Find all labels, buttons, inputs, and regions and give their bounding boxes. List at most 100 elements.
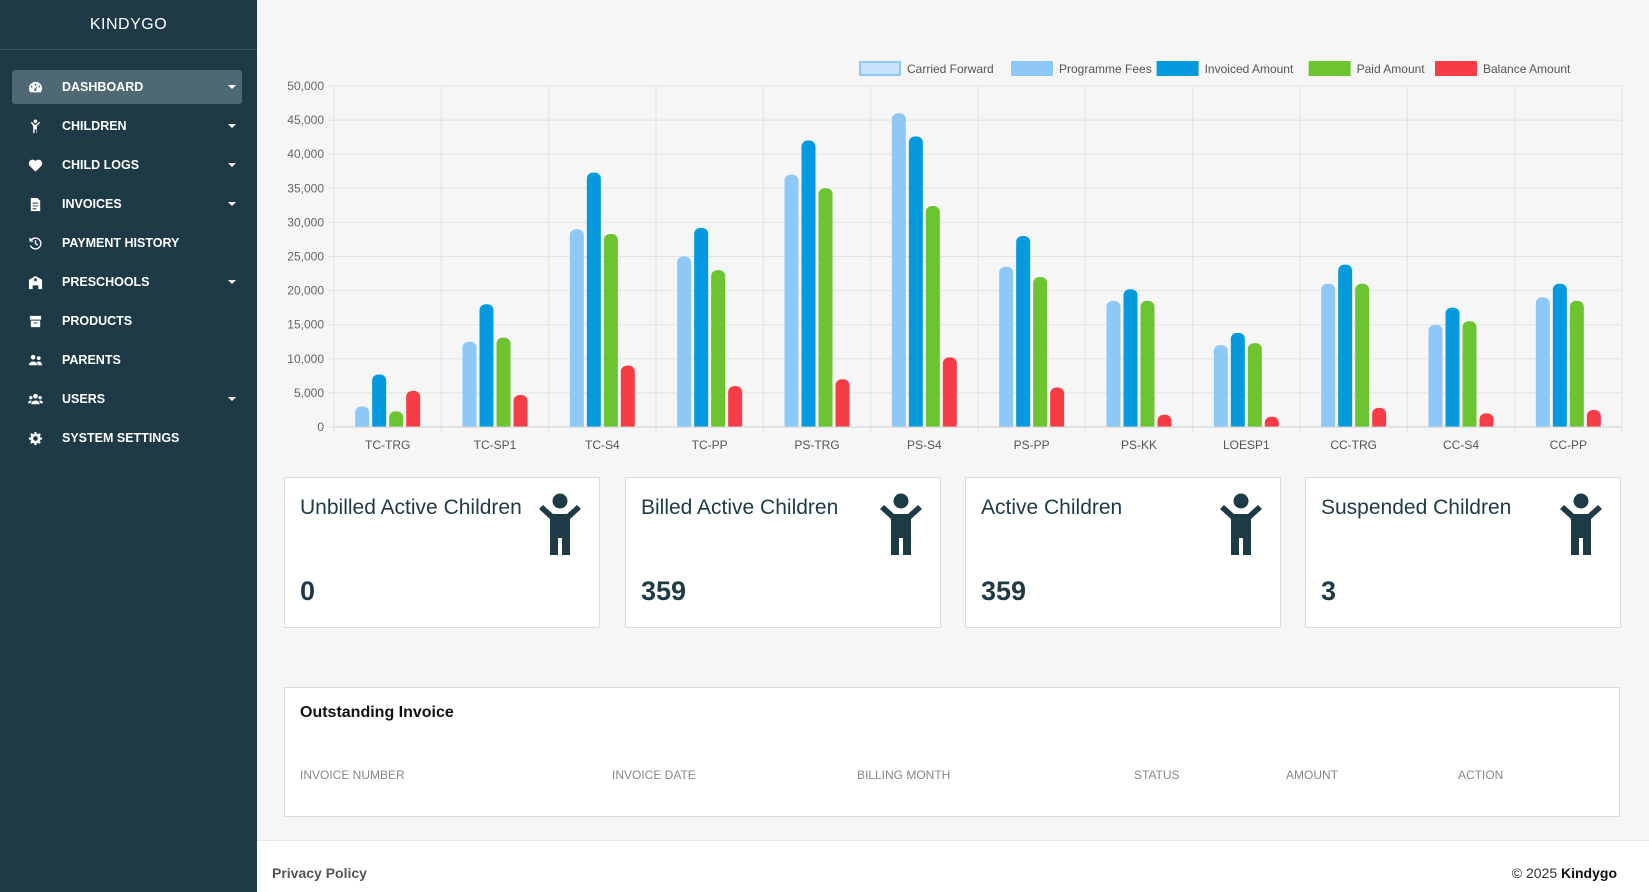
bar — [496, 337, 511, 431]
sidebar-item-label: SYSTEM SETTINGS — [62, 431, 180, 445]
y-tick-label: 40,000 — [287, 147, 324, 161]
bar — [1462, 321, 1477, 431]
sidebar-item-products[interactable]: PRODUCTS — [12, 304, 242, 338]
sidebar-item-label: CHILDREN — [62, 119, 127, 133]
fees-bar-chart: 0 5,000 10,000 15,000 20,000 25,000 30,000 35,0… — [287, 61, 1623, 450]
bar — [1213, 345, 1228, 431]
card-title: Unbilled Active Children — [300, 496, 522, 519]
box-icon — [24, 313, 46, 329]
x-tick-label: TC-PP — [692, 438, 728, 450]
heart-icon — [24, 157, 46, 173]
sidebar-item-payment-history[interactable]: PAYMENT HISTORY — [12, 226, 242, 260]
column-header-amount[interactable]: AMOUNT — [1286, 768, 1338, 782]
sidebar-item-label: PRESCHOOLS — [62, 275, 150, 289]
card-value: 0 — [300, 576, 316, 606]
legend-swatch — [1435, 61, 1477, 76]
invoice-icon — [24, 196, 46, 212]
bar — [1106, 300, 1121, 431]
bar — [1123, 289, 1138, 431]
bar — [711, 270, 726, 431]
history-icon — [24, 235, 46, 251]
column-header-billing-month[interactable]: BILLING MONTH — [857, 768, 950, 782]
chevron-down-icon — [228, 280, 236, 284]
sidebar-item-invoices[interactable]: INVOICES — [12, 187, 242, 221]
legend-label: Balance Amount — [1483, 62, 1571, 76]
sidebar-item-users[interactable]: USERS — [12, 382, 242, 416]
card-value: 359 — [641, 576, 687, 606]
bar — [925, 206, 940, 431]
child-raised-arms-icon — [1556, 493, 1606, 559]
chevron-down-icon — [228, 163, 236, 167]
sidebar-item-label: INVOICES — [62, 197, 122, 211]
sidebar-item-preschools[interactable]: PRESCHOOLS — [12, 265, 242, 299]
bar — [603, 233, 618, 431]
column-header-invoice-number[interactable]: INVOICE NUMBER — [300, 768, 405, 782]
x-tick-label: CC-PP — [1550, 438, 1587, 450]
gear-icon — [24, 430, 46, 446]
sidebar-item-label: CHILD LOGS — [62, 158, 140, 172]
school-icon — [24, 274, 46, 290]
bar — [1355, 283, 1370, 431]
y-tick-label: 30,000 — [287, 215, 324, 229]
bar — [1428, 324, 1443, 431]
billed-active-children-card[interactable]: Billed Active Children 359 — [625, 477, 941, 628]
sidebar-item-dashboard[interactable]: DASHBOARD — [12, 70, 242, 104]
copyright: © 2025 Kindygo — [1512, 865, 1617, 881]
column-header-status[interactable]: STATUS — [1134, 768, 1180, 782]
bar — [891, 113, 906, 431]
bar — [406, 390, 421, 431]
column-header-invoice-date[interactable]: INVOICE DATE — [612, 768, 696, 782]
x-tick-label: PS-KK — [1121, 438, 1157, 450]
x-tick-label: PS-TRG — [794, 438, 839, 450]
child-raised-arms-icon — [535, 493, 585, 559]
card-title: Suspended Children — [1321, 496, 1512, 519]
sidebar-item-parents[interactable]: PARENTS — [12, 343, 242, 377]
bar — [942, 357, 957, 431]
main-content: 0 5,000 10,000 15,000 20,000 25,000 30,000 35,0… — [257, 0, 1649, 892]
chevron-down-icon — [228, 85, 236, 89]
sidebar-item-label: PRODUCTS — [62, 314, 133, 328]
outstanding-invoice-panel: Outstanding Invoice INVOICE NUMBER INVOI… — [284, 687, 1620, 817]
active-children-card[interactable]: Active Children 359 — [965, 477, 1281, 628]
legend-swatch — [1156, 61, 1199, 76]
privacy-policy-link[interactable]: Privacy Policy — [272, 865, 367, 881]
bar — [462, 341, 477, 431]
chevron-down-icon — [228, 202, 236, 206]
bar — [1338, 264, 1353, 431]
brand-logo[interactable]: KINDYGO — [0, 0, 257, 50]
sidebar-item-system-settings[interactable]: SYSTEM SETTINGS — [12, 421, 242, 455]
bar — [372, 374, 387, 431]
y-tick-label: 5,000 — [294, 386, 324, 400]
sidebar-nav: DASHBOARD CHILDREN CHILD LOGS INVOICES P… — [0, 50, 257, 455]
users-icon — [24, 391, 46, 407]
bar — [569, 229, 584, 431]
x-tick-label: CC-TRG — [1330, 438, 1377, 450]
y-tick-label: 45,000 — [287, 113, 324, 127]
column-header-action[interactable]: ACTION — [1458, 768, 1503, 782]
bar — [586, 172, 601, 431]
sidebar-item-child-logs[interactable]: CHILD LOGS — [12, 148, 242, 182]
card-title: Billed Active Children — [641, 496, 839, 519]
y-tick-label: 0 — [317, 420, 324, 434]
bar — [1445, 307, 1460, 431]
bar — [1050, 387, 1065, 431]
sidebar-item-label: USERS — [62, 392, 106, 406]
copyright-text: © 2025 — [1511, 865, 1558, 881]
x-tick-label: PS-S4 — [907, 438, 942, 450]
x-tick-label: LOESP1 — [1223, 438, 1270, 450]
legend-label: Invoiced Amount — [1205, 62, 1294, 76]
x-tick-label: TC-S4 — [585, 438, 620, 450]
bar — [999, 266, 1014, 431]
legend-swatch — [1308, 61, 1351, 76]
chevron-down-icon — [228, 124, 236, 128]
bar — [620, 365, 635, 431]
unbilled-active-children-card[interactable]: Unbilled Active Children 0 — [284, 477, 600, 628]
suspended-children-card[interactable]: Suspended Children 3 — [1305, 477, 1621, 628]
y-tick-label: 50,000 — [287, 79, 324, 93]
sidebar-item-children[interactable]: CHILDREN — [12, 109, 242, 143]
bar — [818, 188, 833, 431]
bar — [1321, 283, 1336, 431]
bar — [1230, 332, 1245, 431]
y-tick-label: 15,000 — [287, 318, 324, 332]
bar — [1552, 283, 1567, 431]
